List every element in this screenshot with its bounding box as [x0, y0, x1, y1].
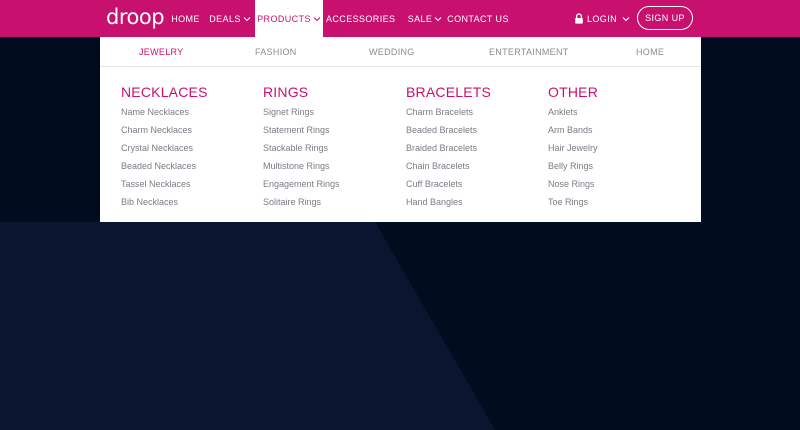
menu-link[interactable]: Beaded Bracelets: [406, 121, 491, 139]
menu-link[interactable]: Arm Bands: [548, 121, 598, 139]
column-title: RINGS: [263, 84, 309, 100]
login-label: LOGIN: [587, 13, 618, 24]
menu-link[interactable]: Nose Rings: [548, 175, 598, 193]
tab-fashion[interactable]: FASHION: [255, 37, 297, 67]
menu-link[interactable]: Belly Rings: [548, 157, 598, 175]
menu-link[interactable]: Beaded Necklaces: [121, 157, 208, 175]
tab-jewelry[interactable]: JEWELRY: [139, 37, 183, 67]
menu-link[interactable]: Anklets: [548, 103, 598, 121]
brand-logo[interactable]: droop: [106, 5, 165, 29]
nav-item-sale[interactable]: SALE: [405, 0, 445, 37]
nav-item-home[interactable]: HOME: [167, 0, 204, 37]
menu-link[interactable]: Tassel Necklaces: [121, 175, 208, 193]
chevron-down-icon: [434, 16, 442, 21]
menu-column-necklaces: NECKLACES Name Necklaces Charm Necklaces…: [121, 84, 208, 211]
lock-icon: [575, 13, 583, 24]
nav-item-label: PRODUCTS: [257, 13, 311, 24]
chevron-down-icon: [243, 16, 251, 21]
menu-link[interactable]: Cuff Bracelets: [406, 175, 491, 193]
nav-item-label: HOME: [171, 13, 200, 24]
menu-link[interactable]: Signet Rings: [263, 103, 340, 121]
products-mega-menu: JEWELRY FASHION WEDDING ENTERTAINMENT HO…: [100, 37, 701, 222]
category-tabs: JEWELRY FASHION WEDDING ENTERTAINMENT HO…: [100, 37, 701, 67]
menu-link[interactable]: Multistone Rings: [263, 157, 340, 175]
menu-link[interactable]: Charm Necklaces: [121, 121, 208, 139]
menu-link[interactable]: Charm Bracelets: [406, 103, 491, 121]
menu-link[interactable]: Engagement Rings: [263, 175, 340, 193]
nav-item-products[interactable]: PRODUCTS: [255, 0, 323, 37]
column-title: NECKLACES: [121, 84, 208, 100]
menu-link[interactable]: Crystal Necklaces: [121, 139, 208, 157]
nav-item-accessories[interactable]: ACCESSORIES: [326, 0, 398, 37]
column-title: OTHER: [548, 84, 598, 100]
menu-link[interactable]: Hair Jewelry: [548, 139, 598, 157]
login-button[interactable]: LOGIN: [574, 0, 630, 37]
menu-link[interactable]: Solitaire Rings: [263, 193, 340, 211]
menu-link[interactable]: Braided Bracelets: [406, 139, 491, 157]
menu-link[interactable]: Toe Rings: [548, 193, 598, 211]
menu-link[interactable]: Statement Rings: [263, 121, 340, 139]
signup-button[interactable]: SIGN UP: [637, 6, 693, 30]
menu-link[interactable]: Name Necklaces: [121, 103, 208, 121]
menu-column-other: OTHER Anklets Arm Bands Hair Jewelry Bel…: [548, 84, 598, 211]
menu-link[interactable]: Bib Necklaces: [121, 193, 208, 211]
menu-column-rings: RINGS Signet Rings Statement Rings Stack…: [263, 84, 340, 211]
menu-link[interactable]: Hand Bangles: [406, 193, 491, 211]
nav-item-contact[interactable]: CONTACT US: [447, 0, 509, 37]
top-navbar: droop HOME DEALS PRODUCTS ACCESSORIES SA…: [0, 0, 800, 37]
tab-wedding[interactable]: WEDDING: [369, 37, 415, 67]
menu-link[interactable]: Stackable Rings: [263, 139, 340, 157]
tab-home[interactable]: HOME: [636, 37, 664, 67]
nav-item-deals[interactable]: DEALS: [206, 0, 254, 37]
nav-item-label: ACCESSORIES: [326, 13, 396, 24]
chevron-down-icon: [313, 16, 321, 21]
chevron-down-icon: [622, 16, 630, 21]
nav-item-label: CONTACT US: [447, 13, 509, 24]
tab-entertainment[interactable]: ENTERTAINMENT: [489, 37, 569, 67]
menu-column-bracelets: BRACELETS Charm Bracelets Beaded Bracele…: [406, 84, 491, 211]
nav-item-label: DEALS: [209, 13, 241, 24]
column-title: BRACELETS: [406, 84, 492, 100]
menu-link[interactable]: Chain Bracelets: [406, 157, 491, 175]
chevron-down-icon: [397, 18, 398, 19]
nav-item-label: SALE: [407, 13, 433, 24]
